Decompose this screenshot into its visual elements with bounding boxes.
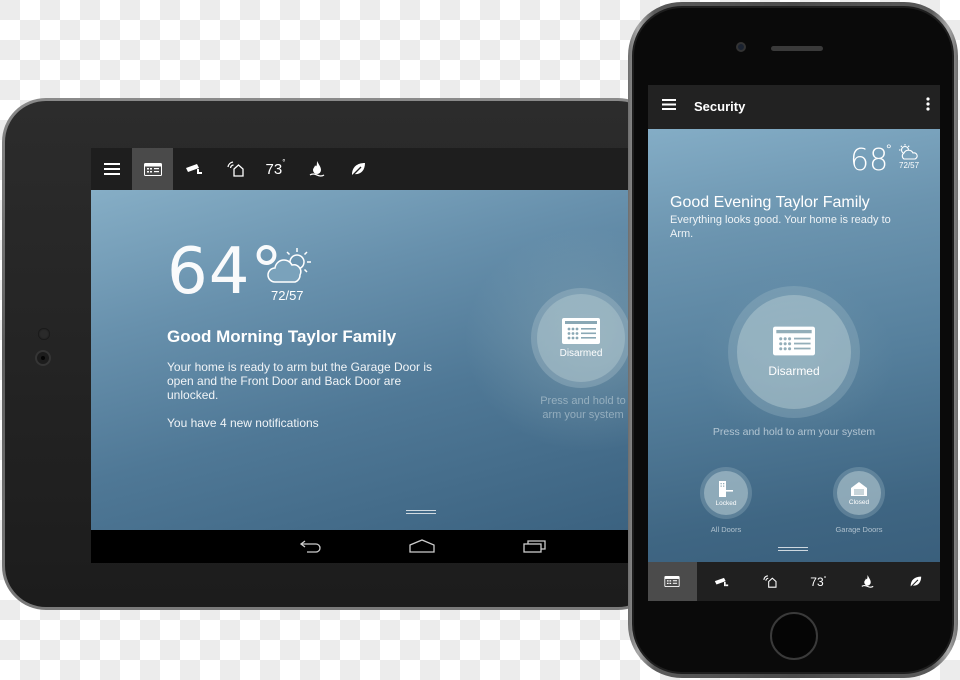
thermostat-temperature: 73° xyxy=(810,574,827,589)
tablet-screen: 73° 64° 72/57 Good Morning Taylor Family… xyxy=(91,148,639,563)
phone-home-button[interactable] xyxy=(770,612,818,660)
keypad-security-icon xyxy=(664,576,680,587)
drawer-handle[interactable] xyxy=(778,547,808,551)
arm-hint: Press and hold to arm your system xyxy=(540,395,626,421)
leaf-energy-icon xyxy=(350,161,366,177)
keypad-security-icon xyxy=(143,162,162,176)
phone-bezel: Security 68 ° 72/57 Good Evening Taylor … xyxy=(632,6,954,674)
hamburger-menu-icon xyxy=(103,163,120,175)
garage-label: Garage Doors xyxy=(835,525,883,534)
garage-state: Closed xyxy=(848,498,870,506)
phone-app-bar: Security xyxy=(648,85,940,129)
thermostat-temperature: 73° xyxy=(265,157,286,178)
phone-tab-thermostat[interactable]: 73° xyxy=(794,562,843,601)
temperature-unit: ° xyxy=(886,141,892,157)
arm-hint: Press and hold to arm your system xyxy=(712,426,876,438)
tablet-menu-button[interactable] xyxy=(91,148,132,190)
door-button-face: Locked xyxy=(704,471,748,515)
phone-front-camera xyxy=(736,42,746,52)
tablet-tab-security[interactable] xyxy=(132,148,173,190)
security-camera-icon xyxy=(714,577,729,587)
high-low-temperature: 72/57 xyxy=(899,161,920,170)
status-message: Your home is ready to arm but the Garage… xyxy=(167,360,433,402)
greeting-heading: Good Morning Taylor Family xyxy=(167,327,397,346)
arm-status-label: Disarmed xyxy=(559,347,603,359)
status-message: Everything looks good. Your home is read… xyxy=(670,214,891,240)
tablet-light-sensor xyxy=(38,328,50,340)
tablet-tab-home-automation[interactable] xyxy=(214,148,255,190)
smart-home-icon xyxy=(762,575,777,588)
current-temperature: 64° xyxy=(167,235,284,309)
arm-system-button[interactable]: Disarmed xyxy=(728,286,860,418)
current-temperature: 68 xyxy=(850,143,889,178)
home-icon[interactable] xyxy=(409,539,435,553)
all-doors-button[interactable]: Locked xyxy=(700,467,752,519)
tablet-tab-water-fire[interactable] xyxy=(296,148,337,190)
keypad-icon xyxy=(562,317,600,344)
garage-button-face: Closed xyxy=(837,471,881,515)
tablet-tab-cameras[interactable] xyxy=(173,148,214,190)
garage-icon xyxy=(850,481,868,497)
water-fire-icon xyxy=(309,160,325,178)
door-lock-icon xyxy=(717,480,735,498)
arm-button-face: Disarmed xyxy=(737,295,851,409)
phone-tab-cameras[interactable] xyxy=(697,562,746,601)
tablet-top-nav: 73° xyxy=(91,148,639,190)
arm-system-button[interactable]: Disarmed xyxy=(531,288,631,388)
water-fire-icon xyxy=(861,574,874,589)
phone-device: Security 68 ° 72/57 Good Evening Taylor … xyxy=(628,2,958,678)
garage-doors-button[interactable]: Closed xyxy=(833,467,885,519)
drawer-handle[interactable] xyxy=(406,510,436,514)
phone-bottom-nav: 73° xyxy=(648,562,940,601)
arm-status-label: Disarmed xyxy=(768,364,820,378)
tablet-dashboard: 64° 72/57 Good Morning Taylor Family You… xyxy=(91,190,639,530)
tablet-front-camera xyxy=(35,350,51,366)
partly-cloudy-icon xyxy=(896,143,918,160)
phone-tab-security[interactable] xyxy=(648,562,697,601)
phone-tab-water-fire[interactable] xyxy=(843,562,892,601)
arm-button-face: Disarmed xyxy=(537,294,625,382)
overflow-menu-icon[interactable] xyxy=(926,97,930,111)
phone-screen: Security 68 ° 72/57 Good Evening Taylor … xyxy=(648,85,940,601)
phone-tab-energy[interactable] xyxy=(891,562,940,601)
greeting-heading: Good Evening Taylor Family xyxy=(670,194,870,211)
high-low-temperature: 72/57 xyxy=(271,288,304,303)
tablet-tab-thermostat[interactable]: 73° xyxy=(255,148,296,190)
door-label: All Doors xyxy=(710,525,742,534)
tablet-device: 73° 64° 72/57 Good Morning Taylor Family… xyxy=(2,98,662,610)
partly-cloudy-icon xyxy=(267,246,317,284)
back-icon[interactable] xyxy=(299,539,323,553)
hamburger-menu-icon[interactable] xyxy=(662,99,676,110)
recent-apps-icon[interactable] xyxy=(523,539,547,553)
security-camera-icon xyxy=(185,163,203,175)
tablet-system-navbar xyxy=(91,530,639,563)
phone-tab-home-automation[interactable] xyxy=(745,562,794,601)
keypad-icon xyxy=(773,326,815,356)
smart-home-icon xyxy=(226,161,244,177)
tablet-bezel: 73° 64° 72/57 Good Morning Taylor Family… xyxy=(5,101,659,607)
leaf-energy-icon xyxy=(909,575,922,588)
phone-speaker xyxy=(771,46,823,51)
phone-dashboard: 68 ° 72/57 Good Evening Taylor Family Ev… xyxy=(648,129,940,562)
app-bar-title: Security xyxy=(694,99,746,114)
door-state: Locked xyxy=(715,499,737,507)
notifications-link[interactable]: You have 4 new notifications xyxy=(167,416,319,430)
tablet-tab-energy[interactable] xyxy=(337,148,378,190)
